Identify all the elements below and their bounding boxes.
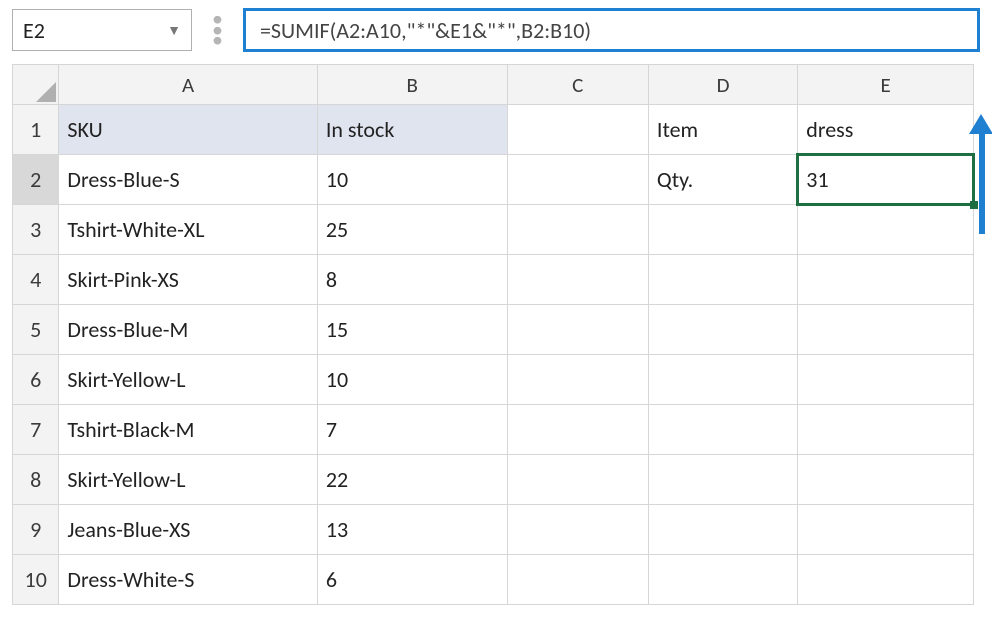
cell-C9[interactable] (507, 505, 648, 555)
table-row: 10 Dress-White-S 6 (13, 555, 974, 605)
formula-bar-row: E2 ▼ ••• =SUMIF(A2:A10,"*"&E1&"*",B2:B10… (0, 0, 992, 64)
cell-C3[interactable] (507, 205, 648, 255)
row-header-2[interactable]: 2 (13, 155, 59, 205)
cell-E10[interactable] (798, 555, 974, 605)
cell-C7[interactable] (507, 405, 648, 455)
cell-E5[interactable] (798, 305, 974, 355)
col-header-E[interactable]: E (798, 65, 974, 105)
cell-B10[interactable]: 6 (317, 555, 507, 605)
table-row: 3 Tshirt-White-XL 25 (13, 205, 974, 255)
cell-B9[interactable]: 13 (317, 505, 507, 555)
cell-B6[interactable]: 10 (317, 355, 507, 405)
cell-B1[interactable]: In stock (317, 105, 507, 155)
cell-A6[interactable]: Skirt-Yellow-L (59, 355, 317, 405)
cell-A9[interactable]: Jeans-Blue-XS (59, 505, 317, 555)
cell-B2[interactable]: 10 (317, 155, 507, 205)
cell-C1[interactable] (507, 105, 648, 155)
row-header-6[interactable]: 6 (13, 355, 59, 405)
cell-B8[interactable]: 22 (317, 455, 507, 505)
cell-C8[interactable] (507, 455, 648, 505)
cell-A8[interactable]: Skirt-Yellow-L (59, 455, 317, 505)
cell-B3[interactable]: 25 (317, 205, 507, 255)
cell-C10[interactable] (507, 555, 648, 605)
cell-A10[interactable]: Dress-White-S (59, 555, 317, 605)
formula-bar-vertical-dots-icon[interactable]: ••• (206, 15, 229, 45)
table-row: 5 Dress-Blue-M 15 (13, 305, 974, 355)
col-header-B[interactable]: B (317, 65, 507, 105)
cell-A4[interactable]: Skirt-Pink-XS (59, 255, 317, 305)
table-row: 2 Dress-Blue-S 10 Qty. 31 (13, 155, 974, 205)
cell-E9[interactable] (798, 505, 974, 555)
cell-C5[interactable] (507, 305, 648, 355)
column-header-row: A B C D E (13, 65, 974, 105)
cell-D9[interactable] (648, 505, 797, 555)
cell-D7[interactable] (648, 405, 797, 455)
cell-A5[interactable]: Dress-Blue-M (59, 305, 317, 355)
cell-E3[interactable] (798, 205, 974, 255)
cell-E7[interactable] (798, 405, 974, 455)
name-box[interactable]: E2 ▼ (12, 9, 192, 51)
fill-handle[interactable] (970, 201, 978, 209)
row-header-4[interactable]: 4 (13, 255, 59, 305)
cell-A1[interactable]: SKU (59, 105, 317, 155)
cell-D3[interactable] (648, 205, 797, 255)
chevron-down-icon[interactable]: ▼ (167, 22, 181, 39)
row-header-7[interactable]: 7 (13, 405, 59, 455)
cell-E4[interactable] (798, 255, 974, 305)
col-header-A[interactable]: A (59, 65, 317, 105)
cell-B4[interactable]: 8 (317, 255, 507, 305)
row-header-3[interactable]: 3 (13, 205, 59, 255)
table-row: 7 Tshirt-Black-M 7 (13, 405, 974, 455)
cell-C4[interactable] (507, 255, 648, 305)
row-header-5[interactable]: 5 (13, 305, 59, 355)
cell-D1[interactable]: Item (648, 105, 797, 155)
table-row: 6 Skirt-Yellow-L 10 (13, 355, 974, 405)
col-header-D[interactable]: D (648, 65, 797, 105)
cell-D4[interactable] (648, 255, 797, 305)
table-row: 8 Skirt-Yellow-L 22 (13, 455, 974, 505)
cell-B5[interactable]: 15 (317, 305, 507, 355)
row-header-1[interactable]: 1 (13, 105, 59, 155)
table-row: 1 SKU In stock Item dress (13, 105, 974, 155)
cell-E2-value: 31 (806, 166, 828, 193)
spreadsheet-grid: A B C D E 1 SKU In stock Item dress 2 Dr… (0, 64, 992, 605)
row-header-8[interactable]: 8 (13, 455, 59, 505)
select-all-corner[interactable] (13, 65, 59, 105)
cell-A2[interactable]: Dress-Blue-S (59, 155, 317, 205)
cell-A7[interactable]: Tshirt-Black-M (59, 405, 317, 455)
row-header-9[interactable]: 9 (13, 505, 59, 555)
cell-C6[interactable] (507, 355, 648, 405)
cell-D8[interactable] (648, 455, 797, 505)
cell-D6[interactable] (648, 355, 797, 405)
cell-E1[interactable]: dress (798, 105, 974, 155)
name-box-value: E2 (23, 17, 167, 44)
cell-D2[interactable]: Qty. (648, 155, 797, 205)
row-header-10[interactable]: 10 (13, 555, 59, 605)
formula-bar[interactable]: =SUMIF(A2:A10,"*"&E1&"*",B2:B10) (243, 8, 980, 52)
cell-A3[interactable]: Tshirt-White-XL (59, 205, 317, 255)
formula-bar-text: =SUMIF(A2:A10,"*"&E1&"*",B2:B10) (260, 17, 591, 44)
cell-D10[interactable] (648, 555, 797, 605)
cell-E8[interactable] (798, 455, 974, 505)
table-row: 4 Skirt-Pink-XS 8 (13, 255, 974, 305)
cell-C2[interactable] (507, 155, 648, 205)
cell-E6[interactable] (798, 355, 974, 405)
sheet-table[interactable]: A B C D E 1 SKU In stock Item dress 2 Dr… (12, 64, 974, 605)
table-row: 9 Jeans-Blue-XS 13 (13, 505, 974, 555)
cell-D5[interactable] (648, 305, 797, 355)
cell-E2[interactable]: 31 (798, 155, 974, 205)
col-header-C[interactable]: C (507, 65, 648, 105)
cell-B7[interactable]: 7 (317, 405, 507, 455)
